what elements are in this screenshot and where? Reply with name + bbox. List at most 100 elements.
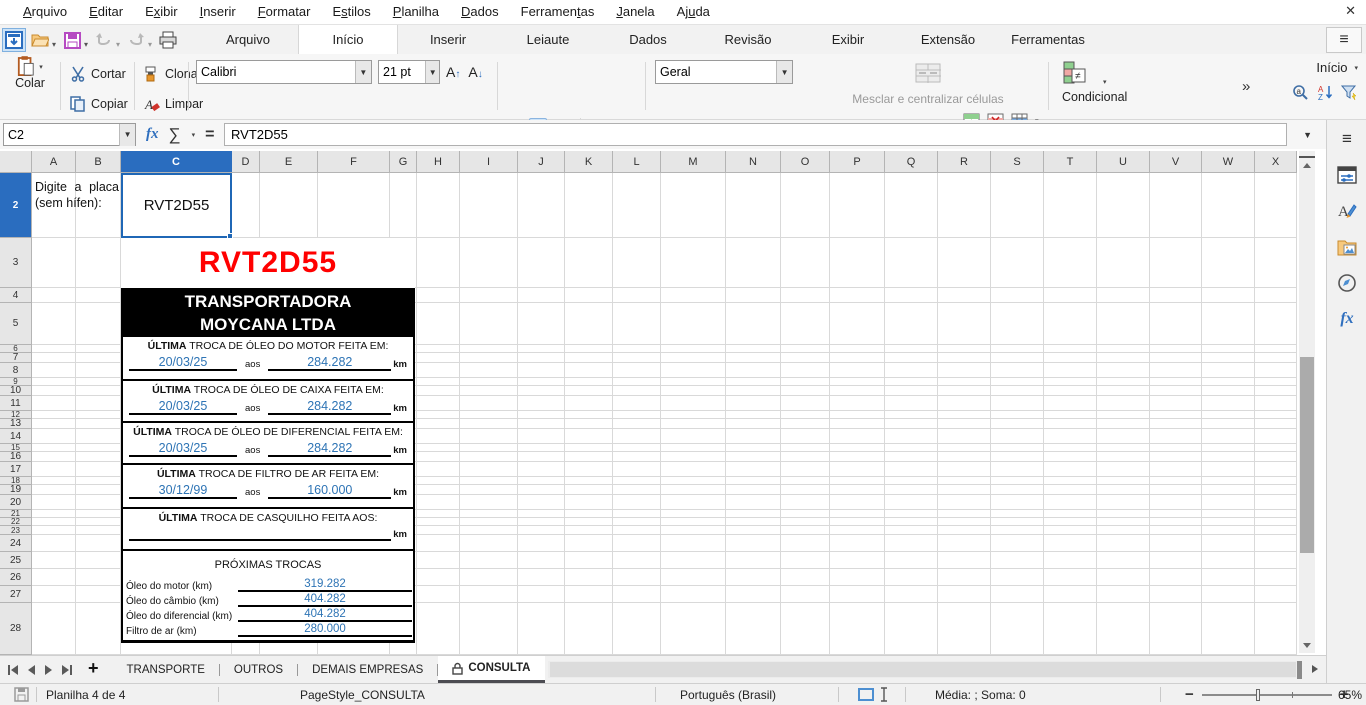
row-header-27[interactable]: 27 [0,586,31,603]
row-header-25[interactable]: 25 [0,552,31,569]
font-name-combobox[interactable]: ▼ [196,60,372,84]
properties-panel-icon[interactable] [1327,160,1366,190]
column-header-b[interactable]: B [76,151,121,172]
column-header-k[interactable]: K [565,151,613,172]
menu-exibir[interactable]: Exibir [134,0,189,24]
column-header-t[interactable]: T [1044,151,1097,172]
conditional-formatting-icon[interactable]: ≠ [1062,60,1088,86]
row-header-19[interactable]: 19 [0,485,31,495]
row-header-17[interactable]: 17 [0,462,31,477]
ribbon-tab-extensão[interactable]: Extensão [898,25,998,55]
font-size-combobox[interactable]: ▼ [378,60,440,84]
name-box-dropdown-icon[interactable]: ▼ [119,123,135,146]
font-name-input[interactable] [197,65,355,79]
cut-button[interactable]: Cortar [66,62,131,86]
column-header-g[interactable]: G [390,151,417,172]
column-header-p[interactable]: P [830,151,885,172]
row-header-2[interactable]: 2 [0,173,31,238]
copy-button[interactable]: Copiar [66,92,131,116]
sheet-position-label[interactable]: Planilha 4 de 4 [46,684,125,705]
row-header-4[interactable]: 4 [0,288,31,303]
scroll-right-icon[interactable] [1312,665,1318,673]
navigator-panel-icon[interactable] [1327,268,1366,298]
scroll-down-icon[interactable] [1299,638,1315,653]
cell-a2[interactable]: Digite a placa (sem hífen): [35,179,119,211]
row-header-16[interactable]: 16 [0,452,31,462]
column-header-o[interactable]: O [781,151,830,172]
function-wizard-icon[interactable]: fx [146,126,159,143]
sum-icon[interactable]: ∑ [169,125,181,145]
language-label[interactable]: Português (Brasil) [680,684,776,705]
ribbon-tab-dados[interactable]: Dados [598,25,698,55]
context-label[interactable]: Início [1316,60,1347,75]
menu-planilha[interactable]: Planilha [382,0,450,24]
column-header-l[interactable]: L [613,151,661,172]
split-handle[interactable] [1299,151,1315,158]
ribbon-tab-ferramentas[interactable]: Ferramentas [998,25,1098,55]
row-header-8[interactable]: 8 [0,363,31,378]
sum-dropdown-icon[interactable]: ▾ [192,131,196,139]
zoom-thumb[interactable] [1255,688,1260,701]
row-header-7[interactable]: 7 [0,353,31,363]
selected-cell-c2[interactable]: RVT2D55 [121,173,233,239]
menu-janela[interactable]: Janela [605,0,665,24]
row-header-6[interactable]: 6 [0,345,31,353]
zoom-out-icon[interactable]: − [1185,686,1194,703]
save-icon[interactable] [60,28,84,52]
gallery-panel-icon[interactable] [1327,232,1366,262]
paste-dropdown-icon[interactable]: ▾ [39,63,43,71]
menu-editar[interactable]: Editar [78,0,134,24]
column-header-v[interactable]: V [1150,151,1202,172]
number-format-input[interactable] [656,65,777,79]
column-header-r[interactable]: R [938,151,991,172]
equals-icon[interactable]: = [205,126,214,144]
menu-estilos[interactable]: Estilos [321,0,381,24]
conditional-dropdown-icon[interactable]: ▾ [1103,78,1107,86]
number-format-dropdown-icon[interactable]: ▼ [776,61,792,83]
menu-ferramentas[interactable]: Ferramentas [510,0,606,24]
number-format-combobox[interactable]: ▼ [655,60,793,84]
context-dropdown-icon[interactable]: ▾ [1354,64,1358,72]
scroll-up-icon[interactable] [1299,158,1315,173]
ribbon-tab-início[interactable]: Início [298,25,398,55]
undo-icon[interactable] [92,28,116,52]
row-header-24[interactable]: 24 [0,535,31,552]
formula-input[interactable] [225,124,1286,145]
row-header-26[interactable]: 26 [0,569,31,586]
sheet-tab-consulta[interactable]: CONSULTA [438,656,545,683]
decrease-font-icon[interactable]: A↓ [468,64,482,80]
ribbon-tab-leiaute[interactable]: Leiaute [498,25,598,55]
page-style-label[interactable]: PageStyle_CONSULTA [300,684,425,705]
column-header-n[interactable]: N [726,151,781,172]
last-sheet-icon[interactable] [62,664,72,675]
column-header-a[interactable]: A [32,151,76,172]
row-header-11[interactable]: 11 [0,396,31,411]
zoom-level-label[interactable]: 65% [1338,684,1362,705]
row-header-13[interactable]: 13 [0,419,31,429]
row-header-18[interactable]: 18 [0,477,31,485]
save-dropdown-icon[interactable]: ▾ [84,40,88,49]
sheet-tab-transporte[interactable]: TRANSPORTE [113,656,219,683]
next-sheet-icon[interactable] [45,664,52,675]
selection-stats-label[interactable]: Média: ; Soma: 0 [935,684,1026,705]
zoom-slider[interactable]: − + [1185,684,1349,705]
open-dropdown-icon[interactable]: ▾ [52,40,56,49]
horizontal-scrollbar[interactable] [548,661,1298,678]
ribbon-tab-inserir[interactable]: Inserir [398,25,498,55]
sheet-tab-demais-empresas[interactable]: DEMAIS EMPRESAS [298,656,437,683]
undo-dropdown-icon[interactable]: ▾ [116,40,120,49]
column-header-i[interactable]: I [460,151,518,172]
sheet-tab-outros[interactable]: OUTROS [220,656,297,683]
cell-reference-input[interactable] [4,127,120,142]
increase-font-icon[interactable]: A↑ [446,64,460,80]
column-header-d[interactable]: D [232,151,260,172]
column-header-c[interactable]: C [121,151,232,172]
redo-icon[interactable] [124,28,148,52]
row-header-21[interactable]: 21 [0,510,31,518]
font-name-dropdown-icon[interactable]: ▼ [354,61,371,83]
row-header-10[interactable]: 10 [0,386,31,396]
menu-arquivo[interactable]: Arquivo [12,0,78,24]
menubar-toggle-icon[interactable]: ≡ [1326,27,1362,53]
column-header-h[interactable]: H [417,151,460,172]
font-size-dropdown-icon[interactable]: ▼ [425,61,439,83]
